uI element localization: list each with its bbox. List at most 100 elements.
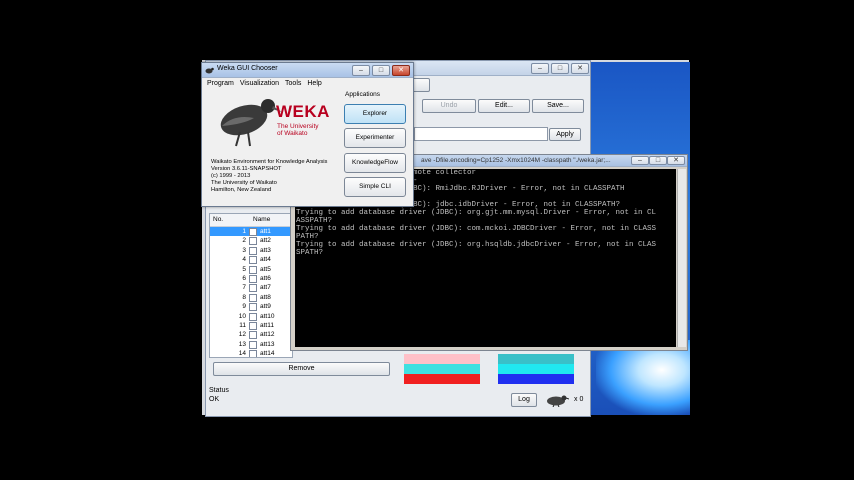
status-value: OK [209, 396, 220, 403]
row-name: att9 [260, 303, 271, 311]
edit-button[interactable]: Edit... [478, 99, 530, 113]
row-number: 11 [239, 321, 246, 329]
info-line: (c) 1999 - 2013 [211, 172, 251, 179]
chooser-titlebar[interactable]: Weka GUI Chooser – □ ✕ [202, 63, 413, 78]
applications-label: Applications [345, 91, 381, 98]
col-name: Name [253, 216, 271, 223]
task-count: x 0 [574, 396, 584, 403]
row-number: 12 [238, 331, 246, 339]
table-row[interactable]: 14 att14 [210, 349, 292, 358]
row-name: att5 [260, 265, 271, 273]
attributes-table: No. Name 1 att1 2 att2 3 att3 4 att4 5 att5 6 att6 7… [209, 213, 293, 358]
maximize-button[interactable]: □ [551, 63, 569, 74]
weka-bird-logo-icon [220, 99, 282, 147]
table-header: No. Name [210, 214, 292, 227]
row-number: 9 [242, 303, 246, 311]
table-row[interactable]: 8 att8 [210, 293, 292, 302]
row-name: att2 [260, 237, 271, 245]
undo-button[interactable]: Undo [422, 99, 476, 113]
console-line: PATH? [296, 233, 319, 241]
class-color-bar-2 [498, 354, 574, 384]
row-name: att13 [260, 340, 275, 348]
row-name: att7 [260, 284, 271, 292]
table-row[interactable]: 12 att12 [210, 330, 292, 340]
chooser-maximize-button[interactable]: □ [372, 65, 390, 76]
row-number: 5 [242, 265, 246, 273]
row-name: att3 [260, 246, 271, 254]
console-scrollbar[interactable] [677, 169, 686, 347]
row-checkbox[interactable] [249, 340, 257, 349]
knowledgeflow-button[interactable]: KnowledgeFlow [344, 153, 406, 173]
row-checkbox[interactable] [249, 303, 257, 312]
row-name: att12 [260, 331, 275, 339]
row-checkbox[interactable] [249, 237, 257, 246]
row-name: att4 [260, 256, 271, 264]
row-number: 7 [242, 284, 246, 292]
table-row[interactable]: 10 att10 [210, 312, 292, 321]
table-row[interactable]: 4 att4 [210, 255, 292, 265]
row-checkbox[interactable] [249, 293, 257, 302]
table-row[interactable]: 1 att1 [210, 227, 292, 237]
menu-program[interactable]: Program [207, 78, 234, 89]
row-checkbox[interactable] [249, 284, 257, 293]
table-row[interactable]: 6 att6 [210, 274, 292, 283]
row-name: att1 [260, 228, 271, 235]
col-no: No. [213, 216, 224, 223]
row-name: att6 [260, 274, 271, 282]
row-number: 10 [238, 312, 246, 320]
table-row[interactable]: 11 att11 [210, 321, 292, 330]
console-line: Trying to add database driver (JDBC): co… [296, 225, 657, 233]
status-area: Status OK [209, 387, 229, 403]
row-checkbox[interactable] [249, 274, 257, 283]
menu-tools[interactable]: Tools [285, 78, 301, 89]
row-checkbox[interactable] [249, 321, 257, 330]
row-checkbox[interactable] [249, 350, 257, 357]
save-button[interactable]: Save... [532, 99, 584, 113]
menu-help[interactable]: Help [307, 78, 321, 89]
chooser-info: Waikato Environment for Knowledge Analys… [211, 159, 327, 194]
explorer-button[interactable]: Explorer [344, 104, 406, 124]
console-minimize-button[interactable]: – [631, 156, 649, 165]
log-button[interactable]: Log [511, 393, 537, 407]
open-button[interactable] [412, 78, 430, 92]
row-checkbox[interactable] [249, 228, 257, 236]
simple-cli-button[interactable]: Simple CLI [344, 177, 406, 197]
table-row[interactable]: 3 att3 [210, 246, 292, 255]
row-name: att14 [260, 350, 275, 358]
row-name: att8 [260, 293, 271, 301]
minimize-button[interactable]: – [531, 63, 549, 74]
table-row[interactable]: 13 att13 [210, 340, 292, 349]
weka-bird-icon [547, 395, 569, 407]
apply-button[interactable]: Apply [549, 128, 581, 141]
row-number: 2 [242, 237, 246, 245]
table-row[interactable]: 7 att7 [210, 283, 292, 293]
row-name: att11 [260, 321, 274, 329]
row-checkbox[interactable] [249, 246, 257, 255]
status-label: Status [209, 387, 229, 394]
row-checkbox[interactable] [249, 265, 257, 274]
info-line: Waikato Environment for Knowledge Analys… [211, 159, 328, 165]
row-number: 1 [242, 228, 246, 235]
row-checkbox[interactable] [249, 331, 257, 340]
class-color-bar-1 [404, 354, 480, 384]
row-checkbox[interactable] [249, 312, 257, 321]
info-line: Hamilton, New Zealand [211, 186, 272, 193]
table-row[interactable]: 2 att2 [210, 236, 292, 246]
chooser-minimize-button[interactable]: – [352, 65, 370, 76]
chooser-title: Weka GUI Chooser [217, 65, 278, 72]
chooser-close-button[interactable]: ✕ [392, 65, 410, 76]
remove-button[interactable]: Remove [213, 362, 390, 376]
console-close-button[interactable]: ✕ [667, 156, 685, 165]
menu-visualization[interactable]: Visualization [240, 78, 279, 89]
row-name: att10 [260, 312, 275, 320]
row-number: 3 [242, 246, 246, 254]
table-row[interactable]: 5 att5 [210, 265, 292, 274]
table-row[interactable]: 9 att9 [210, 302, 292, 312]
console-maximize-button[interactable]: □ [649, 156, 667, 165]
experimenter-button[interactable]: Experimenter [344, 128, 406, 148]
close-button[interactable]: ✕ [571, 63, 589, 74]
row-number: 8 [242, 293, 246, 301]
row-checkbox[interactable] [249, 256, 257, 265]
filter-field[interactable] [414, 127, 548, 141]
console-line: ASSPATH? [296, 217, 333, 225]
